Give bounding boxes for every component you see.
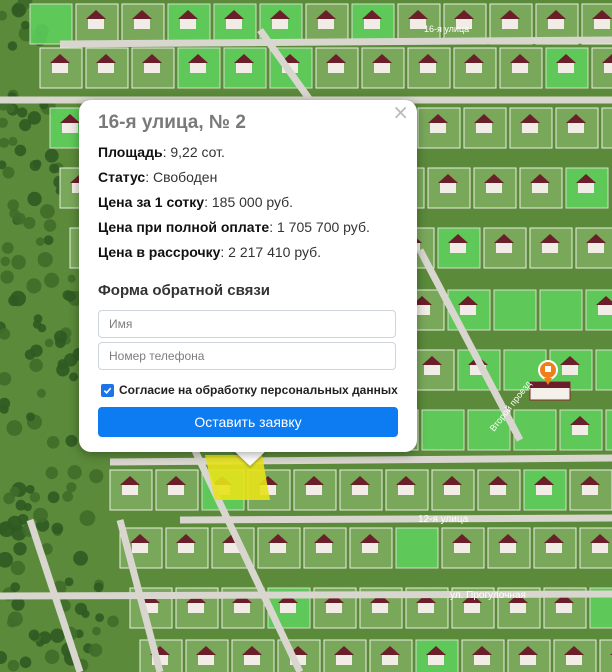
- plot-cell[interactable]: [599, 639, 612, 672]
- street-label-16: 16-я улица: [424, 24, 469, 34]
- info-row-status: Статус: Свободен: [98, 169, 217, 185]
- info-row-price-per-sotka: Цена за 1 сотку: 185 000 руб.: [98, 194, 293, 210]
- plot-title: 16-я улица, № 2: [98, 112, 246, 133]
- plot-cell[interactable]: [395, 527, 439, 569]
- full-price-value: : 1 705 700 руб.: [269, 219, 370, 235]
- info-row-installment-price: Цена в рассрочку: 2 217 410 руб.: [98, 244, 321, 260]
- plot-cell[interactable]: [421, 409, 465, 451]
- status-label: Статус: [98, 169, 146, 185]
- plot-cell[interactable]: [605, 409, 612, 451]
- feedback-form-title: Форма обратной связи: [98, 282, 271, 299]
- plot-cell[interactable]: [539, 289, 583, 331]
- phone-input[interactable]: [98, 342, 396, 370]
- price-per-sotka-value: : 185 000 руб.: [204, 194, 294, 210]
- street-label-progulochnaya: ул. Прогулочная: [450, 590, 526, 601]
- full-price-label: Цена при полной оплате: [98, 219, 270, 235]
- info-row-full-price: Цена при полной оплате: 1 705 700 руб.: [98, 219, 370, 235]
- consent-checkbox[interactable]: [101, 383, 114, 397]
- area-label: Площадь: [98, 144, 163, 160]
- close-icon[interactable]: ×: [392, 102, 409, 122]
- plot-cell[interactable]: [493, 289, 537, 331]
- name-input[interactable]: [98, 310, 396, 338]
- checkmark-icon: [103, 387, 112, 394]
- submit-request-button[interactable]: Оставить заявку: [98, 407, 398, 437]
- installment-price-label: Цена в рассрочку: [98, 244, 221, 260]
- popup-pointer: [233, 450, 267, 466]
- info-row-area: Площадь: 9,22 сот.: [98, 144, 225, 160]
- status-value: : Свободен: [145, 169, 218, 185]
- plot-cell[interactable]: [29, 3, 73, 45]
- consent-row[interactable]: Согласие на обработку персональных данны…: [101, 383, 398, 397]
- installment-price-value: : 2 217 410 руб.: [220, 244, 322, 260]
- plot-cell[interactable]: [513, 409, 557, 451]
- consent-label: Согласие на обработку персональных данны…: [119, 383, 398, 397]
- street-label-12: 12-я улица: [418, 514, 469, 525]
- plot-info-popup: × 16-я улица, № 2 Площадь: 9,22 сот. Ста…: [79, 100, 417, 452]
- plot-cell[interactable]: [595, 349, 612, 391]
- plot-cell[interactable]: [601, 107, 612, 149]
- area-value: : 9,22 сот.: [162, 144, 225, 160]
- price-per-sotka-label: Цена за 1 сотку: [98, 194, 205, 210]
